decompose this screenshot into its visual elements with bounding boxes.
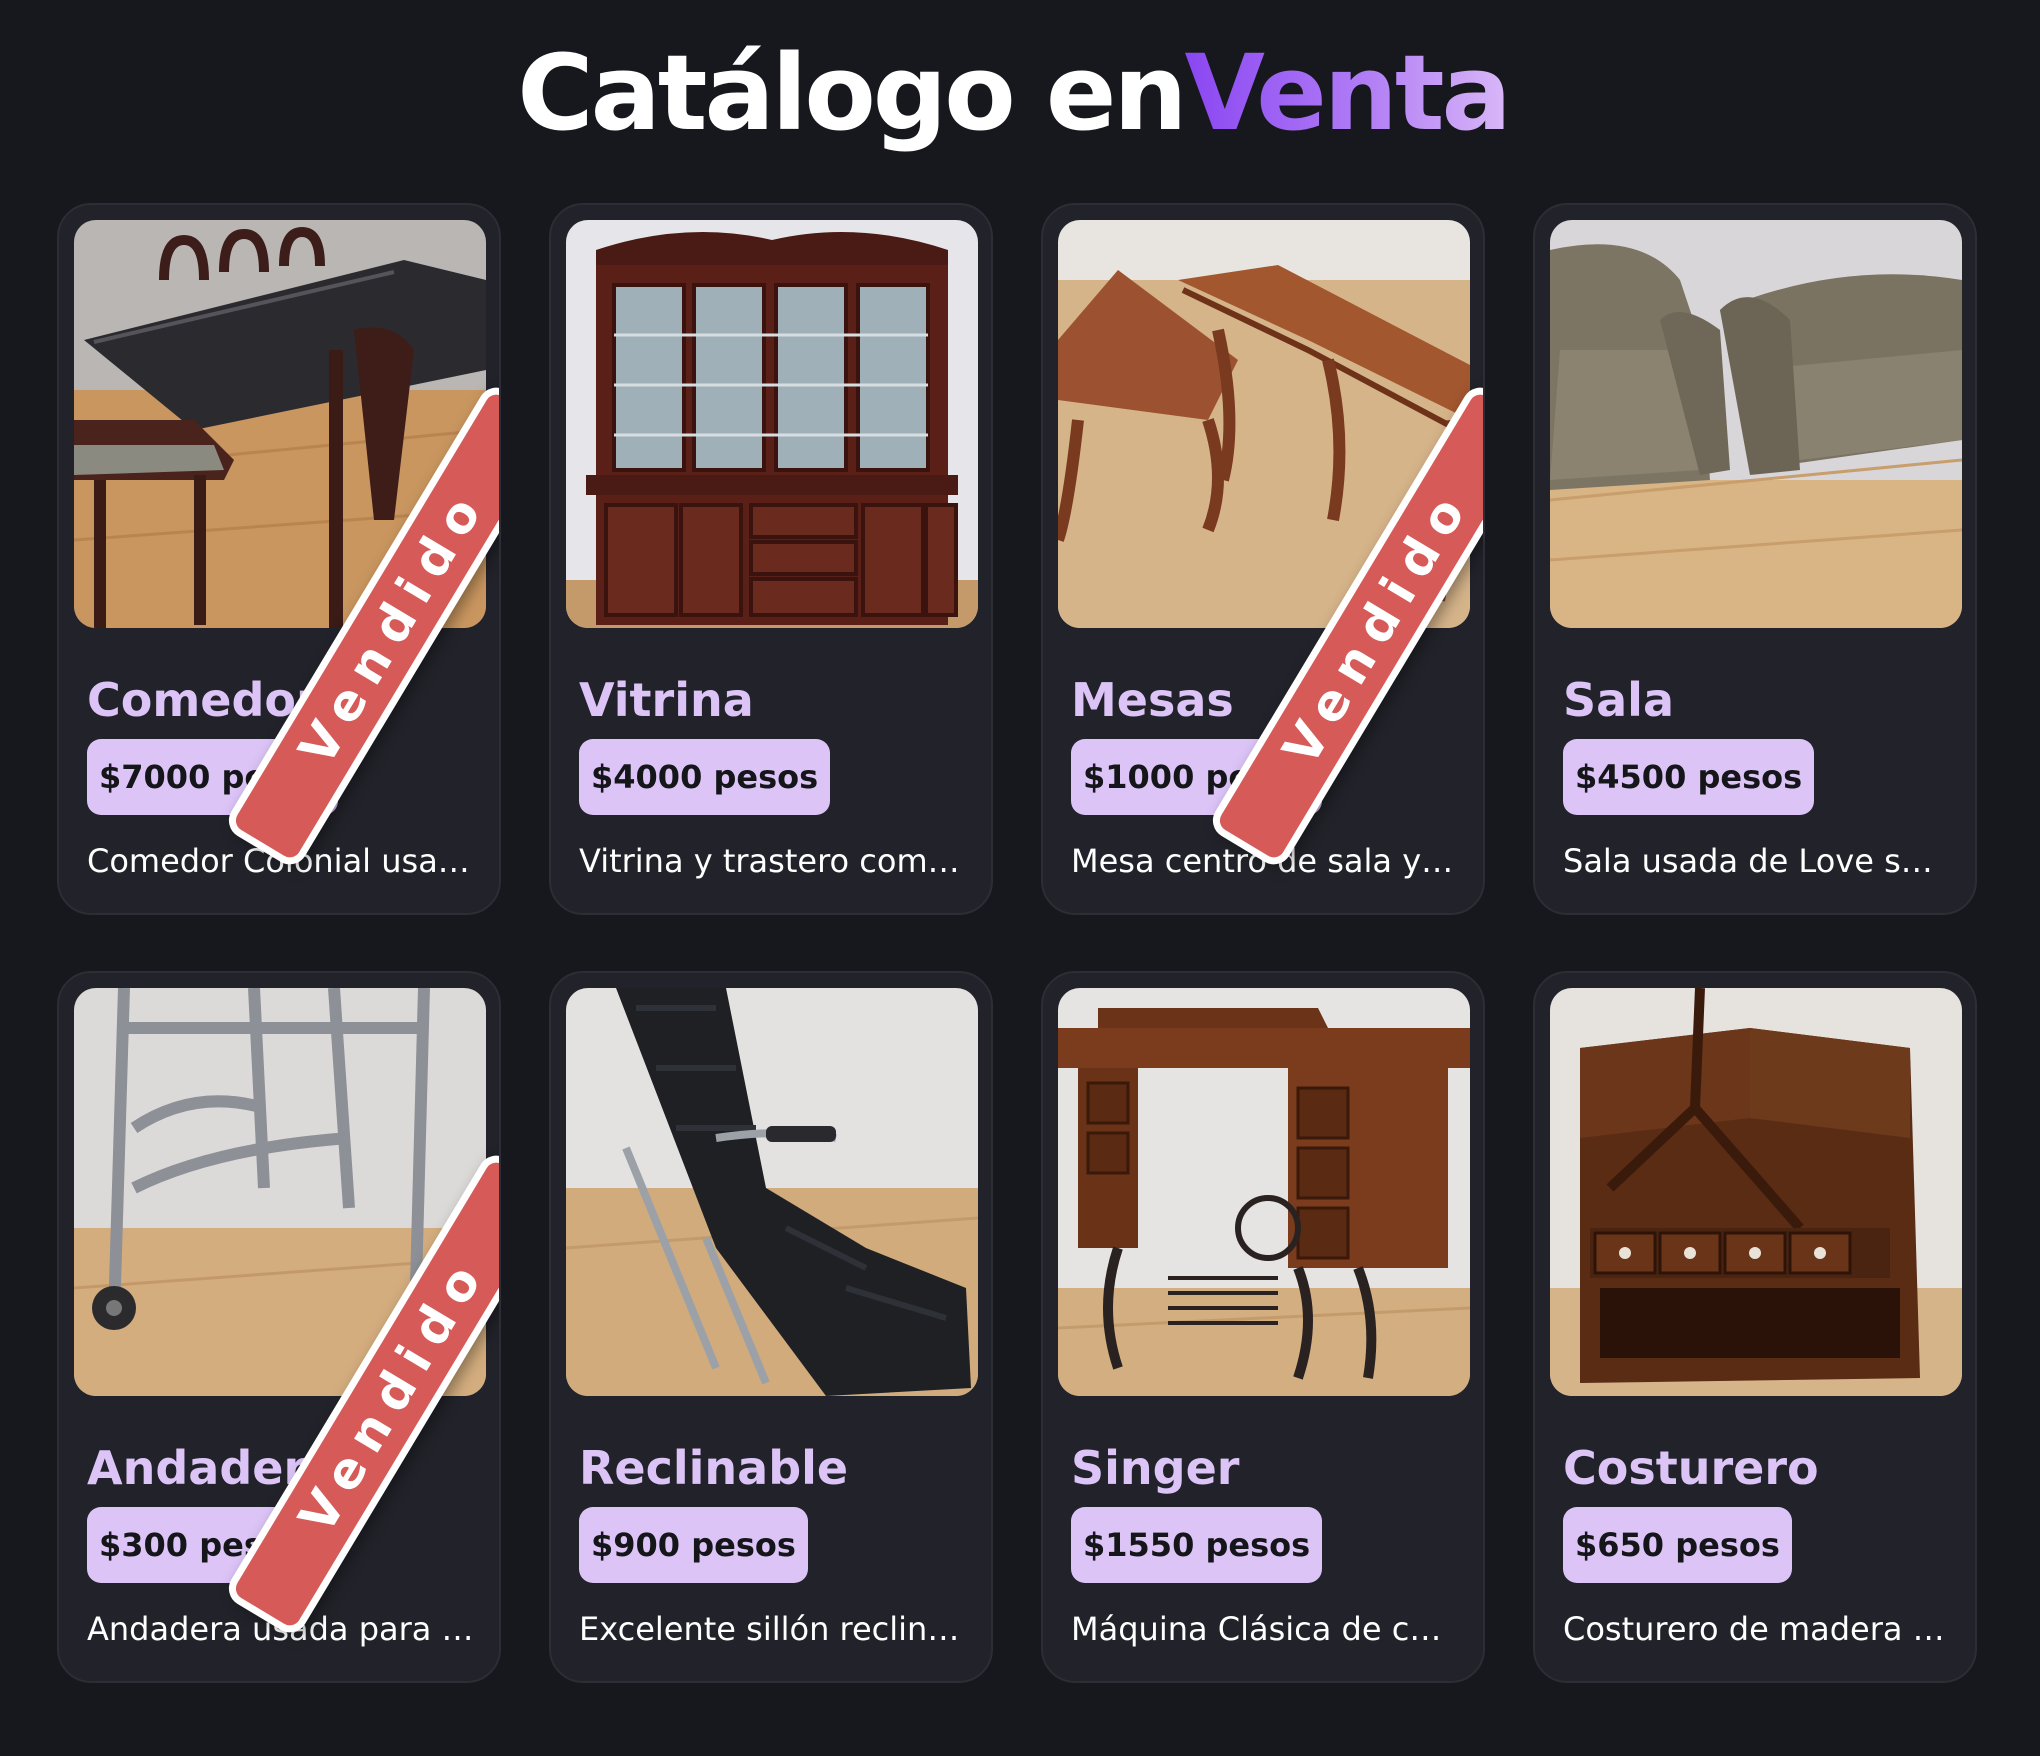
price-badge: $900 pesos: [579, 1507, 808, 1583]
product-card-costurero[interactable]: Costurero $650 pesos Costurero de madera…: [1533, 971, 1977, 1683]
title-main: Catálogo en: [517, 32, 1187, 154]
product-name: Singer: [1071, 1441, 1240, 1495]
product-name: Sala: [1563, 673, 1674, 727]
product-card-mesas[interactable]: Mesas $1000 pesos Mesa centro de sala y …: [1041, 203, 1485, 915]
product-name: Reclinable: [579, 1441, 849, 1495]
product-card-andadera[interactable]: Andadera $300 pesos Andadera usada para …: [57, 971, 501, 1683]
product-description: Máquina Clásica de coser Singer: [1071, 1610, 1459, 1648]
product-card-vitrina[interactable]: Vitrina $4000 pesos Vitrina y trastero c…: [549, 203, 993, 915]
catalog-page: Catálogo enVenta Comedor $7000 pesos Com…: [0, 0, 2040, 1756]
price-badge: $4500 pesos: [1563, 739, 1815, 815]
product-photo-sofa-set[interactable]: [1550, 220, 1962, 628]
product-description: Vitrina y trastero completo de madera: [579, 842, 967, 880]
product-photo-china-cabinet[interactable]: [566, 220, 978, 628]
price-badge: $1550 pesos: [1071, 1507, 1323, 1583]
product-photo-sewing-box[interactable]: [1550, 988, 1962, 1396]
product-photo-recliner[interactable]: [566, 988, 978, 1396]
product-name: Costurero: [1563, 1441, 1819, 1495]
product-card-sala[interactable]: Sala $4500 pesos Sala usada de Love seat…: [1533, 203, 1977, 915]
product-name: Vitrina: [579, 673, 754, 727]
product-card-comedor[interactable]: Comedor $7000 pesos Comedor Colonial usa…: [57, 203, 501, 915]
product-description: Sala usada de Love seat y sillón: [1563, 842, 1951, 880]
price-badge: $4000 pesos: [579, 739, 831, 815]
title-accent: Venta: [1184, 32, 1511, 154]
product-description: Excelente sillón reclinable acolchado: [579, 1610, 967, 1648]
product-card-reclinable[interactable]: Reclinable $900 pesos Excelente sillón r…: [549, 971, 993, 1683]
product-description: Costurero de madera con cajones: [1563, 1610, 1951, 1648]
page-title: Catálogo enVenta: [0, 28, 2026, 158]
product-card-singer[interactable]: Singer $1550 pesos Máquina Clásica de co…: [1041, 971, 1485, 1683]
price-badge: $650 pesos: [1563, 1507, 1792, 1583]
product-photo-sewing-machine[interactable]: [1058, 988, 1470, 1396]
product-name: Mesas: [1071, 673, 1234, 727]
product-name: Comedor: [87, 673, 319, 727]
